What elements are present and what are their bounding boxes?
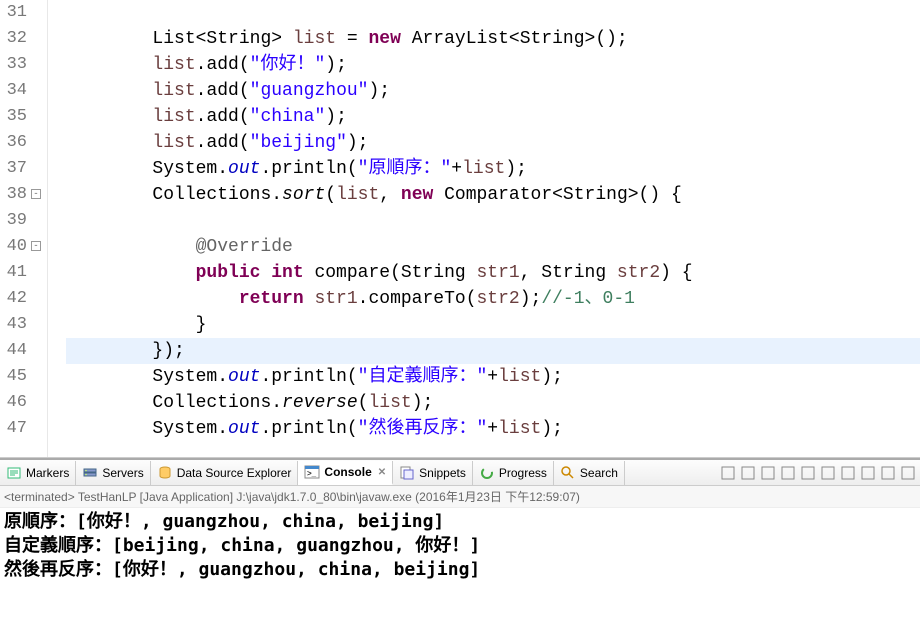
search-icon [560,465,576,481]
code-line[interactable]: Collections.sort(list, new Comparator<St… [66,182,920,208]
tab-progress[interactable]: Progress [473,461,554,485]
line-number: 46 [0,390,27,416]
views-tab-bar: Markers Servers Data Source Explorer >_ Cons… [0,460,920,486]
code-line[interactable]: System.out.println("原順序："+list); [66,156,920,182]
fold-toggle-icon[interactable]: - [31,241,41,251]
code-line[interactable]: System.out.println("然後再反序："+list); [66,416,920,442]
code-line[interactable]: List<String> list = new ArrayList<String… [66,26,920,52]
code-line[interactable]: } [66,312,920,338]
code-line[interactable]: @Override [66,234,920,260]
code-line[interactable] [66,0,920,26]
remove-all-icon[interactable] [740,465,756,481]
code-line[interactable]: list.add("你好！"); [66,52,920,78]
tab-search[interactable]: Search [554,461,625,485]
tab-data-source-explorer[interactable]: Data Source Explorer [151,461,299,485]
code-line[interactable]: public int compare(String str1, String s… [66,260,920,286]
console-line: 原順序：[你好！, guangzhou, china, beijing] [4,510,916,534]
line-number: 37 [0,156,27,182]
tab-label: Progress [499,466,547,480]
code-area[interactable]: List<String> list = new ArrayList<String… [48,0,920,457]
line-number: 31 [0,0,27,26]
code-line[interactable]: list.add("guangzhou"); [66,78,920,104]
line-number: 43 [0,312,27,338]
console-output[interactable]: 原順序：[你好！, guangzhou, china, beijing]自定義順… [0,508,920,584]
tab-label: Data Source Explorer [177,466,292,480]
line-gutter: 3132333435363738-3940-41424344454647 [0,0,48,457]
terminate-icon[interactable] [720,465,736,481]
word-wrap-icon[interactable] [860,465,876,481]
tab-servers[interactable]: Servers [76,461,150,485]
snippets-icon [399,465,415,481]
line-number: 34 [0,78,27,104]
line-number: 45 [0,364,27,390]
code-editor[interactable]: 3132333435363738-3940-41424344454647 Lis… [0,0,920,458]
progress-icon [479,465,495,481]
tab-label: Snippets [419,466,466,480]
fold-toggle-icon[interactable]: - [31,189,41,199]
tab-snippets[interactable]: Snippets [393,461,473,485]
datasource-icon [157,465,173,481]
tab-console[interactable]: >_ Console ✕ [298,461,393,485]
tab-markers[interactable]: Markers [0,461,76,485]
line-number: 36 [0,130,27,156]
max-icon[interactable] [900,465,916,481]
line-number: 41 [0,260,27,286]
console-process-status: <terminated> TestHanLP [Java Application… [0,486,920,508]
server-icon [82,465,98,481]
line-number: 35 [0,104,27,130]
tab-label: Search [580,466,618,480]
line-number: 38- [0,182,27,208]
line-number: 44 [0,338,27,364]
console-line: 然後再反序：[你好！, guangzhou, china, beijing] [4,558,916,582]
tab-label: Servers [102,466,143,480]
display-icon[interactable] [780,465,796,481]
code-line[interactable]: list.add("beijing"); [66,130,920,156]
code-line[interactable]: System.out.println("自定義順序："+list); [66,364,920,390]
code-line[interactable]: }); [66,338,920,364]
marker-icon [6,465,22,481]
line-number: 42 [0,286,27,312]
console-line: 自定義順序：[beijing, china, guangzhou, 你好！] [4,534,916,558]
close-icon[interactable]: ✕ [378,467,386,478]
code-line[interactable]: list.add("china"); [66,104,920,130]
tab-label: Markers [26,466,69,480]
bottom-panel: Markers Servers Data Source Explorer >_ Cons… [0,458,920,584]
line-number: 47 [0,416,27,442]
code-line[interactable] [66,208,920,234]
console-icon: >_ [304,464,320,480]
code-line[interactable]: return str1.compareTo(str2);//-1、0-1 [66,286,920,312]
tab-label: Console [324,465,371,479]
line-number: 32 [0,26,27,52]
open-console-icon[interactable] [800,465,816,481]
svg-text:>_: >_ [307,469,317,478]
scroll-lock-icon[interactable] [840,465,856,481]
line-number: 33 [0,52,27,78]
code-line[interactable]: Collections.reverse(list); [66,390,920,416]
line-number: 39 [0,208,27,234]
min-icon[interactable] [880,465,896,481]
line-number: 40- [0,234,27,260]
clear-icon[interactable] [820,465,836,481]
pin-icon[interactable] [760,465,776,481]
console-toolbar [720,465,920,481]
